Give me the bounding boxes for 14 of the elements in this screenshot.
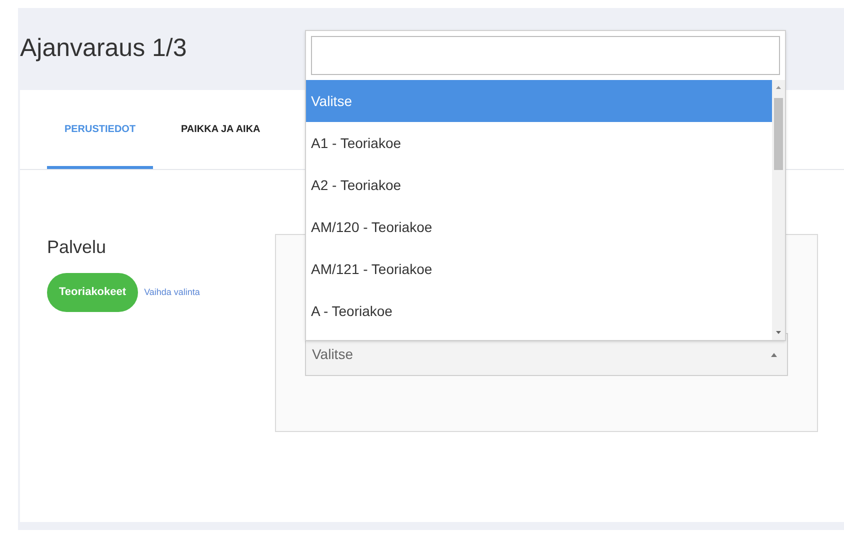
change-link[interactable]: Vaihda valinta [144, 286, 200, 299]
dropdown-option[interactable]: A1 - Teoriakoe [306, 122, 772, 164]
tab[interactable]: PAIKKA JA AIKA [181, 90, 260, 169]
scroll-thumb[interactable] [774, 98, 783, 170]
scrollbar[interactable] [772, 80, 785, 340]
search-field[interactable] [311, 36, 780, 75]
service-chip: Teoriakokeet [47, 273, 138, 312]
dropdown-option[interactable]: A - Teoriakoe [306, 290, 772, 332]
section-label: Palvelu [47, 236, 108, 259]
caret-icon [771, 352, 777, 356]
dropdown-option[interactable]: A2 - Teoriakoe [306, 164, 772, 206]
dropdown-option[interactable]: AM/121 - Teoriakoe [306, 248, 772, 290]
page-title: Ajanvaraus 1/3 [20, 33, 187, 64]
dropdown-option[interactable]: AM/120 - Teoriakoe [306, 206, 772, 248]
